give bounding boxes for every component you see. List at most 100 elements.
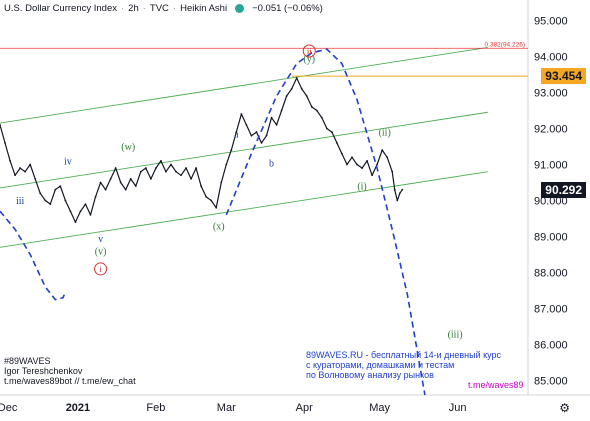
price-point bbox=[210, 199, 213, 202]
price-change: −0.051 (−0.06%) bbox=[252, 3, 323, 14]
circled-wave-label: ii bbox=[307, 46, 312, 56]
price-point bbox=[14, 174, 16, 177]
header-separator: · bbox=[172, 3, 177, 14]
price-point bbox=[84, 203, 87, 206]
price-point bbox=[44, 199, 47, 202]
channel-line bbox=[0, 46, 488, 124]
price-point bbox=[371, 174, 374, 177]
price-point bbox=[109, 177, 112, 180]
price-point bbox=[381, 149, 384, 151]
price-point bbox=[280, 109, 283, 112]
symbol-name[interactable]: U.S. Dollar Currency Index bbox=[4, 3, 117, 14]
price-point bbox=[275, 123, 278, 126]
wave-label: (ii) bbox=[379, 128, 391, 139]
axes-layer: 85.00086.00087.00088.00089.00090.00091.0… bbox=[0, 0, 590, 414]
price-point bbox=[391, 170, 394, 173]
price-point bbox=[54, 188, 57, 191]
y-tick-label: 87.000 bbox=[534, 304, 568, 316]
price-point bbox=[260, 141, 263, 144]
price-point bbox=[285, 95, 288, 97]
price-point bbox=[386, 156, 389, 159]
price-point bbox=[376, 163, 379, 166]
current-price-badge: 90.292 bbox=[541, 181, 586, 198]
price-point bbox=[310, 105, 313, 108]
price-point bbox=[230, 149, 233, 151]
y-tick-label: 85.000 bbox=[534, 376, 568, 388]
price-series bbox=[0, 77, 404, 224]
author-note: #89WAVES Igor Tereshchenkov t.me/waves89… bbox=[4, 356, 136, 386]
price-point bbox=[205, 195, 208, 198]
price-point bbox=[154, 167, 157, 169]
wave-label: (x) bbox=[213, 221, 225, 232]
exchange-label: TVC bbox=[149, 3, 169, 14]
x-tick-label: Mar bbox=[217, 402, 236, 414]
price-point bbox=[4, 141, 6, 144]
price-point bbox=[320, 116, 323, 119]
price-point bbox=[180, 174, 182, 177]
price-point bbox=[59, 185, 62, 187]
y-tick-label: 92.000 bbox=[534, 123, 568, 135]
price-point bbox=[305, 95, 308, 97]
price-point bbox=[160, 159, 162, 162]
wave-label: iii bbox=[16, 196, 25, 207]
price-point bbox=[175, 170, 177, 173]
gear-icon[interactable]: ⚙ bbox=[559, 401, 570, 415]
header-separator: · bbox=[142, 3, 146, 14]
price-point bbox=[99, 181, 102, 184]
fib-level-label: 0.382(94.226) bbox=[485, 41, 525, 48]
wave-label: (v) bbox=[95, 247, 107, 258]
x-tick-label: 2021 bbox=[66, 402, 90, 414]
price-point bbox=[104, 188, 107, 191]
price-point bbox=[396, 199, 399, 202]
price-point bbox=[250, 134, 253, 137]
y-tick-label: 86.000 bbox=[534, 340, 568, 352]
price-point bbox=[220, 181, 223, 184]
circled-wave-label: i bbox=[99, 264, 102, 274]
price-point bbox=[330, 131, 333, 133]
level-lines: 0.382(94.226) bbox=[0, 41, 528, 77]
price-point bbox=[215, 206, 218, 209]
forecast-path bbox=[0, 210, 67, 301]
author-line[interactable]: t.me/waves89bot // t.me/ew_chat bbox=[4, 376, 136, 386]
price-point bbox=[119, 181, 122, 184]
price-point bbox=[225, 163, 228, 166]
wave-label: (w) bbox=[121, 142, 135, 153]
wave-label: v bbox=[98, 234, 103, 245]
price-point bbox=[300, 87, 303, 90]
author-line: #89WAVES bbox=[4, 356, 51, 366]
visibility-icon[interactable] bbox=[235, 4, 245, 13]
price-point bbox=[129, 177, 132, 180]
promo-note: 89WAVES.RU - бесплатный 14-и дневный кур… bbox=[306, 350, 501, 380]
price-point bbox=[64, 199, 67, 202]
price-point bbox=[139, 170, 142, 173]
price-point bbox=[79, 210, 82, 213]
forecast-path bbox=[225, 48, 426, 396]
price-point bbox=[356, 163, 358, 166]
price-point bbox=[49, 203, 52, 206]
x-tick-label: Apr bbox=[296, 402, 313, 414]
price-point bbox=[398, 192, 401, 195]
price-point bbox=[195, 167, 198, 169]
price-point bbox=[134, 185, 137, 187]
promo-link[interactable]: t.me/waves89 bbox=[468, 380, 524, 390]
price-point bbox=[24, 170, 27, 173]
price-point bbox=[170, 163, 172, 166]
price-point bbox=[393, 188, 396, 191]
chart-style-label[interactable]: Heikin Ashi bbox=[180, 3, 227, 14]
price-point bbox=[19, 167, 22, 169]
channel-line bbox=[0, 111, 488, 189]
price-point bbox=[185, 167, 187, 169]
interval-label[interactable]: 2h bbox=[128, 3, 139, 14]
price-point bbox=[270, 116, 273, 119]
price-point bbox=[200, 185, 203, 187]
x-tick-label: May bbox=[369, 402, 390, 414]
price-point bbox=[325, 127, 328, 130]
price-point bbox=[94, 195, 97, 198]
price-point bbox=[245, 123, 248, 126]
y-tick-label: 89.000 bbox=[534, 232, 568, 244]
price-point bbox=[255, 131, 258, 133]
wave-label: (i) bbox=[357, 182, 366, 193]
price-point bbox=[315, 109, 318, 112]
price-point bbox=[366, 159, 368, 162]
wave-label: iv bbox=[64, 156, 72, 167]
